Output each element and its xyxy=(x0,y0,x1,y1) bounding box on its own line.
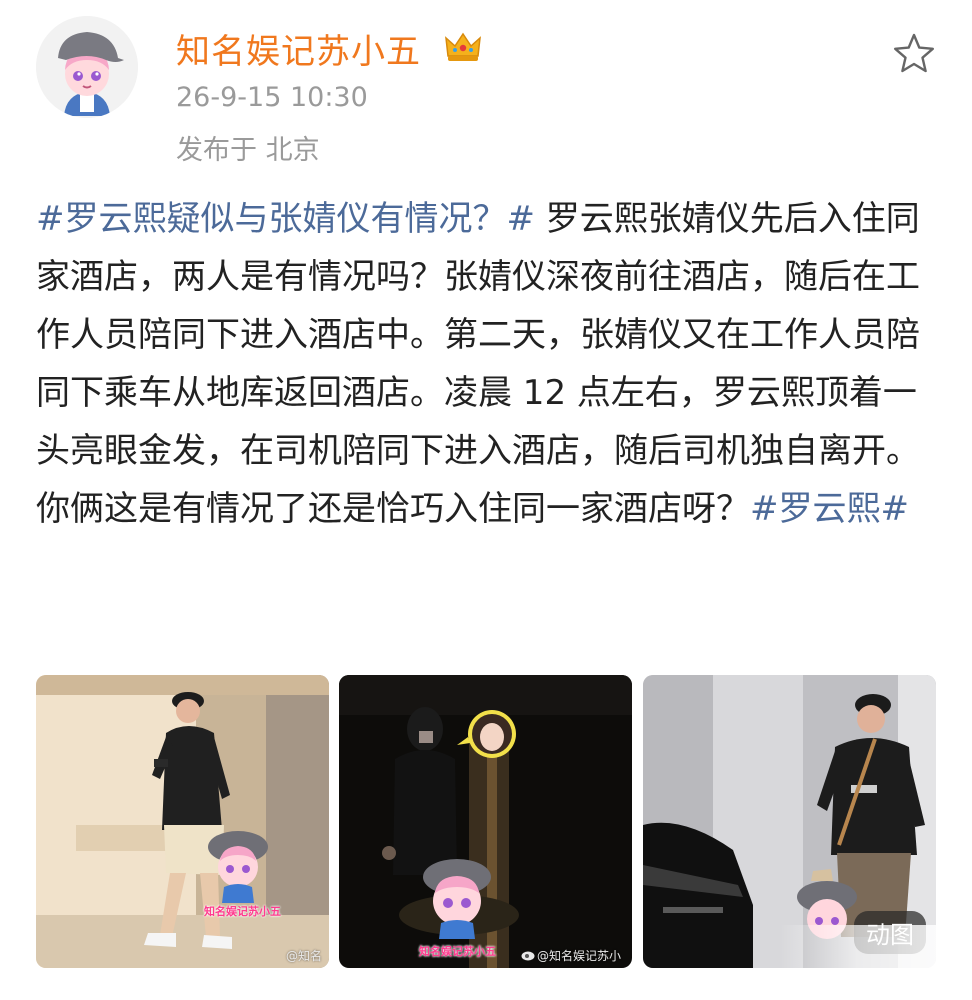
post-timestamp: 26-9-15 10:30 xyxy=(176,82,368,113)
sticker-label: 知名娱记苏小五 xyxy=(419,945,496,958)
post-image-2[interactable]: 知名娱记苏小五 @知名娱记苏小 xyxy=(339,675,632,968)
photo-scene xyxy=(36,675,329,968)
avatar-image xyxy=(36,16,138,118)
avatar[interactable] xyxy=(36,16,138,118)
post-text-content: 罗云熙张婧仪先后入住同家酒店，两人是有情况吗？张婧仪深夜前往酒店，随后在工作人员… xyxy=(36,199,920,529)
topic-link[interactable]: #罗云熙疑似与张婧仪有情况？# xyxy=(36,199,535,239)
topic-link[interactable]: #罗云熙# xyxy=(750,489,909,529)
sticker-label: 知名娱记苏小五 xyxy=(204,905,281,918)
post-image-1[interactable]: 知名娱记苏小五 @知名 xyxy=(36,675,329,968)
username[interactable]: 知名娱记苏小五 xyxy=(176,24,421,73)
star-icon[interactable] xyxy=(890,30,938,78)
watermark-fade-overlay xyxy=(780,925,972,1000)
image-watermark: @知名娱记苏小 xyxy=(537,949,622,963)
post-location: 发布于 北京 xyxy=(176,135,320,166)
image-watermark: @知名 xyxy=(286,949,323,963)
post-body: #罗云熙疑似与张婧仪有情况？# 罗云熙张婧仪先后入住同家酒店，两人是有情况吗？张… xyxy=(36,190,936,538)
crown-icon xyxy=(445,32,481,61)
weibo-icon xyxy=(521,951,535,961)
photo-scene xyxy=(339,675,632,968)
